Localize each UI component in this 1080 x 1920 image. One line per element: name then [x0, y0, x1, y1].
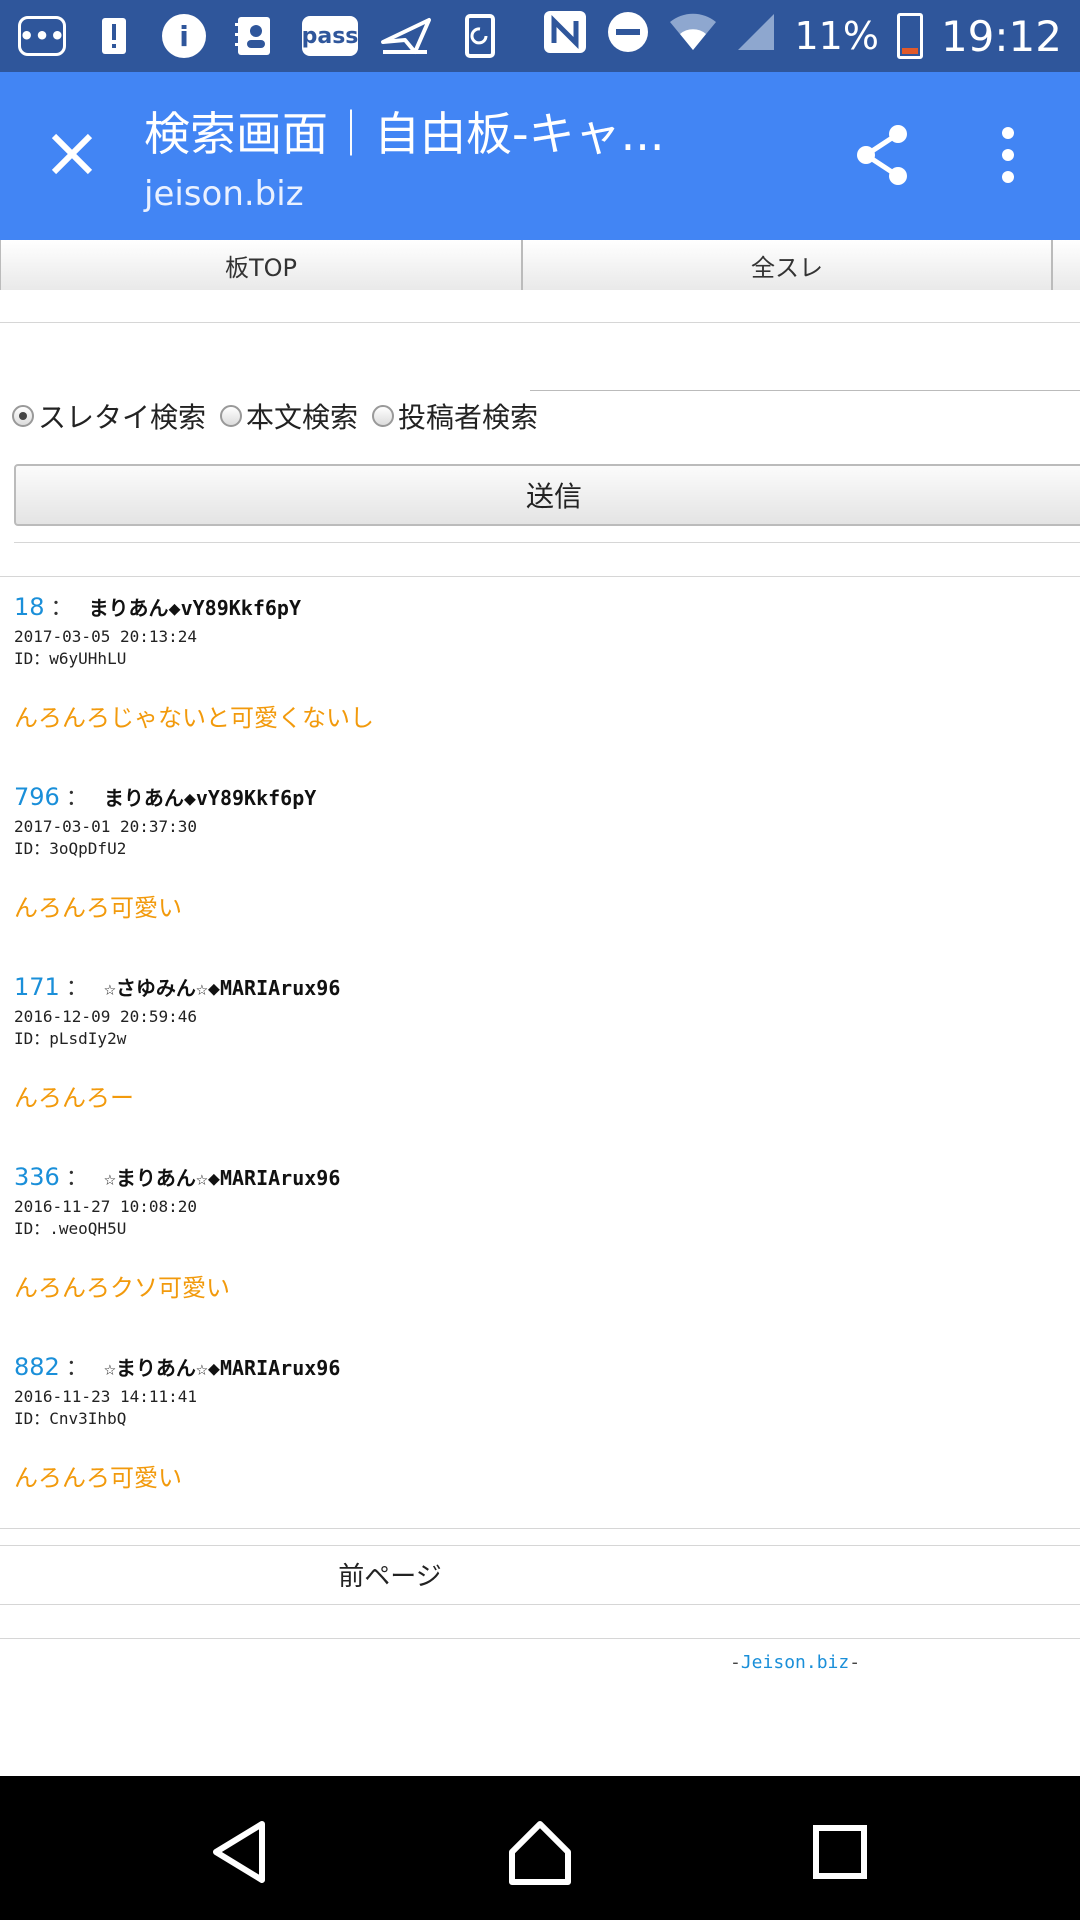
post-date: 2016-11-23 14:11:41 — [14, 1387, 198, 1406]
contacts-icon — [228, 14, 280, 58]
post-id: ID：3oQpDfU2 — [14, 839, 127, 858]
list-item: 336 ： ☆まりあん☆◆MARIArux96 2016-11-27 10:08… — [14, 1160, 1064, 1350]
radio-button[interactable] — [372, 405, 395, 427]
divider — [0, 1528, 1080, 1529]
post-separator: ： — [50, 596, 73, 621]
board-tabs: 板TOP 全スレ — [0, 240, 1080, 290]
tab-all-threads[interactable]: 全スレ — [522, 240, 1052, 290]
post-separator: ： — [65, 1166, 88, 1191]
pass-icon: pass — [302, 16, 358, 56]
post-author: ☆まりあん☆◆MARIArux96 — [103, 1166, 341, 1190]
radio-thread-title[interactable]: スレタイ検索 — [12, 396, 206, 436]
search-type-group: スレタイ検索 本文検索 投稿者検索 — [12, 396, 552, 436]
close-icon[interactable] — [40, 122, 104, 186]
prev-page-link[interactable]: 前ページ — [0, 1545, 780, 1603]
footer: -Jeison.biz- — [730, 1652, 860, 1673]
post-author: ☆さゆみん☆◆MARIArux96 — [103, 976, 341, 1000]
wifi-icon — [668, 12, 718, 61]
alert-icon — [88, 14, 140, 58]
post-date: 2017-03-01 20:37:30 — [14, 817, 198, 836]
footer-site-link[interactable]: Jeison.biz — [741, 1652, 849, 1673]
post-separator: ： — [65, 976, 88, 1001]
list-item: 171 ： ☆さゆみん☆◆MARIArux96 2016-12-09 20:59… — [14, 970, 1064, 1160]
post-body: んろんろじゃないと可愛くないし — [14, 704, 374, 732]
dnd-icon — [606, 10, 650, 63]
page-domain: jeison.biz — [144, 174, 304, 214]
battery-percent: 11% — [794, 14, 879, 58]
nfc-icon — [542, 9, 588, 64]
message-icon: ••• — [18, 16, 66, 56]
navigation-bar — [0, 1776, 1080, 1920]
post-body: んろんろ可愛い — [14, 1464, 182, 1492]
page-title: 検索画面｜自由板-キャ... — [144, 107, 665, 161]
post-number-link[interactable]: 18 — [14, 593, 45, 621]
post-body: んろんろ可愛い — [14, 894, 182, 922]
post-id: ID：Cnv3IhbQ — [14, 1409, 127, 1428]
share-icon[interactable] — [848, 120, 918, 190]
app-bar: 検索画面｜自由板-キャ... jeison.biz — [0, 72, 1080, 240]
footer-prefix: - — [730, 1652, 741, 1673]
post-number-link[interactable]: 882 — [14, 1353, 60, 1381]
post-id: ID：.weoQH5U — [14, 1219, 127, 1238]
sync-icon — [454, 14, 506, 58]
footer-suffix: - — [849, 1652, 861, 1673]
radio-label: 本文検索 — [246, 401, 359, 434]
home-icon[interactable] — [500, 1812, 580, 1892]
post-number-link[interactable]: 336 — [14, 1163, 60, 1191]
radio-poster[interactable]: 投稿者検索 — [372, 396, 538, 436]
post-body: んろんろー — [14, 1084, 134, 1112]
info-icon: i — [162, 14, 206, 58]
radio-body-text[interactable]: 本文検索 — [220, 396, 358, 436]
post-author: ☆まりあん☆◆MARIArux96 — [103, 1356, 341, 1380]
title-block: 検索画面｜自由板-キャ... jeison.biz — [144, 98, 704, 214]
tab-board-top[interactable]: 板TOP — [0, 240, 522, 290]
radio-label: 投稿者検索 — [398, 401, 539, 434]
post-body: んろんろクソ可愛い — [14, 1274, 230, 1302]
more-vert-icon[interactable] — [986, 120, 1030, 190]
signal-icon — [736, 12, 776, 61]
post-date: 2017-03-05 20:13:24 — [14, 627, 198, 646]
radio-label: スレタイ検索 — [38, 401, 207, 434]
post-author: まりあん◆vY89Kkf6pY — [103, 786, 317, 810]
list-item: 882 ： ☆まりあん☆◆MARIArux96 2016-11-23 14:11… — [14, 1350, 1064, 1540]
divider — [0, 1604, 1080, 1605]
clock: 19:12 — [940, 11, 1062, 61]
post-date: 2016-11-27 10:08:20 — [14, 1197, 198, 1216]
submit-button[interactable]: 送信 — [14, 464, 1080, 526]
battery-icon — [896, 13, 923, 59]
radio-button[interactable] — [220, 405, 243, 427]
search-results: 18 ： まりあん◆vY89Kkf6pY 2017-03-05 20:13:24… — [14, 590, 1064, 1540]
post-number-link[interactable]: 796 — [14, 783, 60, 811]
search-input-underline[interactable] — [530, 390, 1080, 391]
post-author: まりあん◆vY89Kkf6pY — [88, 596, 302, 620]
post-id: ID：pLsdIy2w — [14, 1029, 127, 1048]
post-date: 2016-12-09 20:59:46 — [14, 1007, 198, 1026]
list-item: 796 ： まりあん◆vY89Kkf6pY 2017-03-01 20:37:3… — [14, 780, 1064, 970]
post-id: ID：w6yUHhLU — [14, 649, 127, 668]
list-item: 18 ： まりあん◆vY89Kkf6pY 2017-03-05 20:13:24… — [14, 590, 1064, 780]
radio-button[interactable] — [12, 405, 34, 427]
status-bar: ••• i pass 11% 19:12 — [0, 0, 1080, 72]
recents-icon[interactable] — [800, 1812, 880, 1892]
divider — [0, 1638, 1080, 1639]
back-icon[interactable] — [200, 1812, 280, 1892]
divider — [0, 322, 1080, 323]
send-icon — [380, 14, 432, 58]
tab-more[interactable] — [1052, 240, 1080, 290]
divider — [14, 542, 1080, 543]
divider — [0, 576, 1080, 577]
post-separator: ： — [65, 786, 88, 811]
post-separator: ： — [65, 1356, 88, 1381]
post-number-link[interactable]: 171 — [14, 973, 60, 1001]
